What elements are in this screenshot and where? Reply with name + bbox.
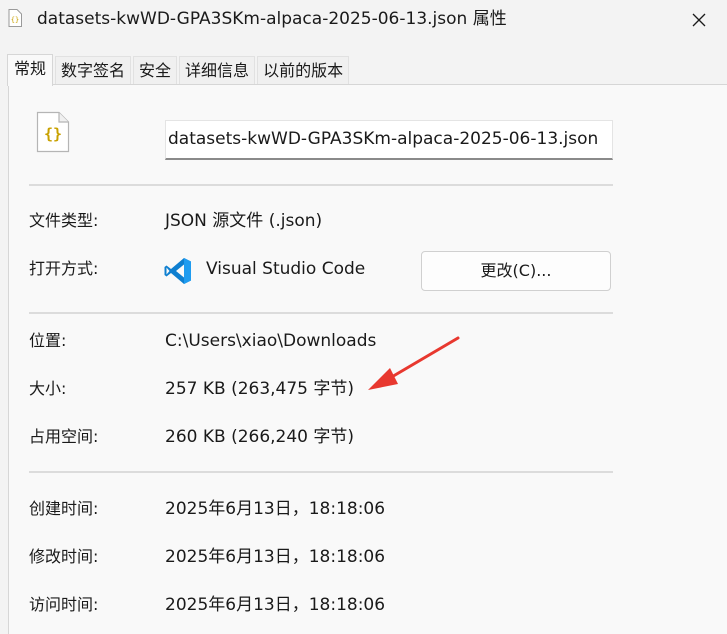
tab-general[interactable]: 常规 xyxy=(7,54,54,86)
title-bar[interactable]: {} datasets-kwWD-GPA3SKm-alpaca-2025-06-… xyxy=(0,0,727,40)
open-with-app-name: Visual Studio Code xyxy=(206,259,366,279)
divider xyxy=(29,312,613,314)
created-value: 2025年6月13日，18:18:06 xyxy=(165,499,386,519)
close-icon xyxy=(692,13,706,27)
modified-value: 2025年6月13日，18:18:06 xyxy=(165,547,386,567)
modified-label: 修改时间: xyxy=(29,547,99,566)
json-file-icon: {} xyxy=(8,9,22,27)
vscode-icon xyxy=(164,258,191,284)
file-type-value: JSON 源文件 (.json) xyxy=(165,211,323,231)
open-with-label: 打开方式: xyxy=(29,259,99,278)
tab-digital-signatures[interactable]: 数字签名 xyxy=(55,56,132,85)
file-name-input[interactable]: datasets-kwWD-GPA3SKm-alpaca-2025-06-13.… xyxy=(165,120,613,160)
accessed-value: 2025年6月13日，18:18:06 xyxy=(165,595,386,615)
divider xyxy=(29,471,613,473)
accessed-label: 访问时间: xyxy=(29,595,99,614)
tab-security[interactable]: 安全 xyxy=(133,56,178,85)
location-label: 位置: xyxy=(29,331,67,350)
tab-previous-versions[interactable]: 以前的版本 xyxy=(257,56,350,85)
json-file-large-icon: {} xyxy=(36,111,70,153)
tab-strip: 常规 数字签名 安全 详细信息 以前的版本 xyxy=(7,54,351,86)
location-value: C:\Users\xiao\Downloads xyxy=(165,331,377,351)
disk-size-label: 占用空间: xyxy=(29,427,99,446)
tab-details[interactable]: 详细信息 xyxy=(179,56,256,85)
annotation-arrow-icon xyxy=(368,336,460,390)
size-value: 257 KB (263,475 字节) xyxy=(165,379,355,399)
json-large-icon-glyph: {} xyxy=(44,125,62,143)
file-type-label: 文件类型: xyxy=(29,211,99,230)
change-button[interactable]: 更改(C)... xyxy=(421,251,611,291)
disk-size-value: 260 KB (266,240 字节) xyxy=(165,427,355,447)
properties-window: {} datasets-kwWD-GPA3SKm-alpaca-2025-06-… xyxy=(0,0,727,634)
close-button[interactable] xyxy=(685,6,713,34)
window-title: datasets-kwWD-GPA3SKm-alpaca-2025-06-13.… xyxy=(37,9,507,29)
size-label: 大小: xyxy=(29,379,67,398)
json-icon-glyph: {} xyxy=(11,16,19,24)
created-label: 创建时间: xyxy=(29,499,99,518)
divider xyxy=(29,184,613,186)
